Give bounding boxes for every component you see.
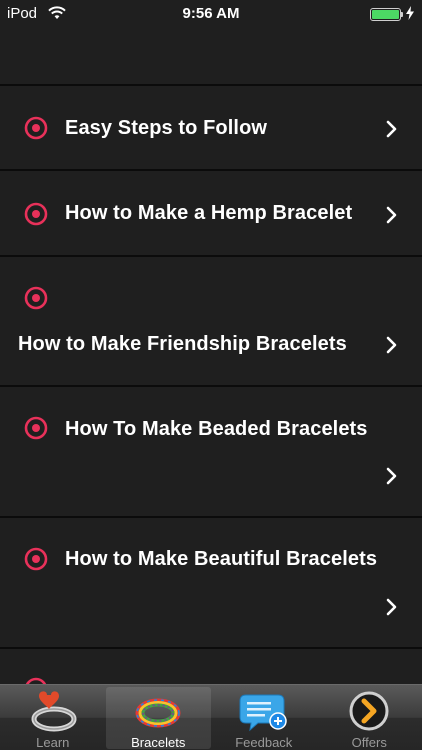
- list-item[interactable]: How To Make Beaded Bracelets: [0, 387, 422, 518]
- tab-label: Feedback: [235, 735, 293, 750]
- chevron-right-icon: [386, 120, 397, 138]
- status-bar: iPod 9:56 AM: [0, 0, 422, 28]
- battery-cap: [401, 12, 403, 17]
- target-icon: [24, 202, 48, 226]
- tab-bar: Learn Bracelets Feedback Offers: [0, 684, 422, 750]
- clock: 9:56 AM: [182, 5, 240, 22]
- offers-chevron-icon: [349, 691, 389, 731]
- tab-bracelets[interactable]: Bracelets: [105, 687, 211, 750]
- ring-heart-icon: [31, 691, 77, 732]
- charging-bolt-icon: [406, 6, 414, 20]
- bracelet-topic-list[interactable]: Easy Steps to Follow How to Make a Hemp …: [0, 28, 422, 684]
- list-header-spacer: [0, 28, 422, 86]
- list-item-title: How to Make Beautiful Bracelets: [65, 548, 378, 570]
- list-item-title: How to Make Friendship Bracelets: [18, 333, 347, 355]
- tab-label: Learn: [36, 735, 70, 750]
- target-icon: [24, 416, 48, 440]
- target-icon: [25, 677, 47, 684]
- list-item[interactable]: How to Make Friendship Bracelets: [0, 257, 422, 387]
- target-icon: [24, 116, 48, 140]
- feedback-bubble-icon: [239, 694, 287, 732]
- tab-learn[interactable]: Learn: [0, 685, 106, 750]
- chevron-right-icon: [386, 336, 397, 354]
- tab-label: Offers: [351, 735, 387, 750]
- list-item[interactable]: How to Make a Hemp Bracelet: [0, 171, 422, 257]
- list-item-title: How To Make Beaded Bracelets: [65, 418, 368, 440]
- chevron-right-icon: [386, 206, 397, 224]
- tab-label: Bracelets: [131, 735, 186, 750]
- chevron-right-icon: [386, 598, 397, 616]
- battery-icon: [370, 8, 401, 21]
- tab-offers[interactable]: Offers: [317, 685, 422, 750]
- list-item[interactable]: [0, 649, 422, 684]
- list-item-title: How to Make a Hemp Bracelet: [65, 202, 353, 224]
- target-icon: [24, 286, 48, 310]
- list-item[interactable]: Easy Steps to Follow: [0, 86, 422, 171]
- list-item-title: Easy Steps to Follow: [65, 117, 268, 139]
- target-icon: [24, 547, 48, 571]
- tab-feedback[interactable]: Feedback: [211, 685, 317, 750]
- rainbow-bracelet-icon: [135, 698, 181, 728]
- chevron-right-icon: [386, 467, 397, 485]
- list-item[interactable]: How to Make Beautiful Bracelets: [0, 518, 422, 649]
